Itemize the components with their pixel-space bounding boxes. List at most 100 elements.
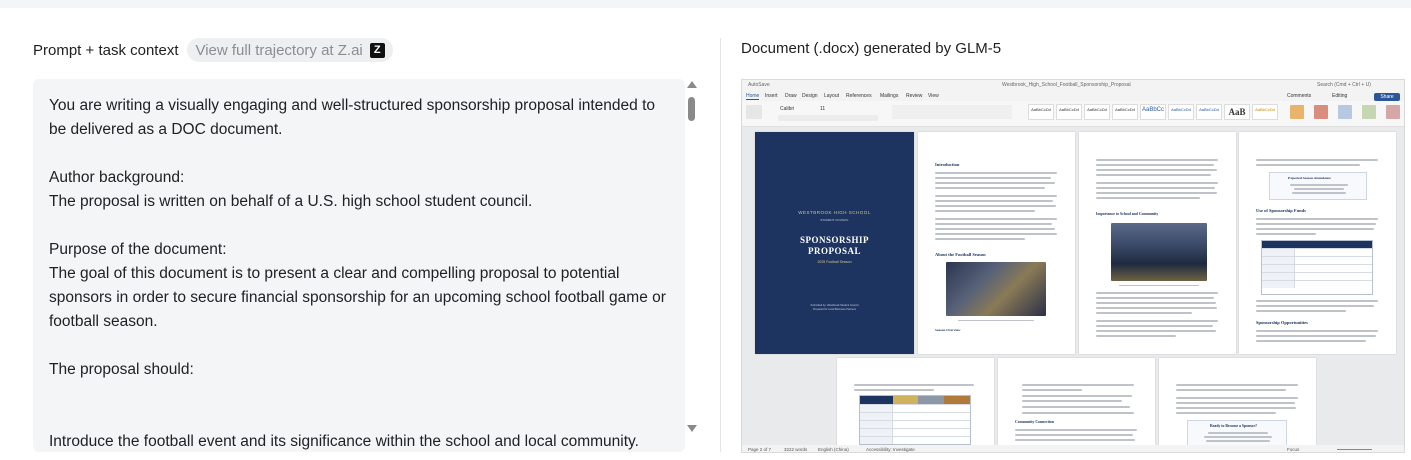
prompt-text: You are writing a visually engaging and … bbox=[49, 94, 675, 452]
document-page: Importance to School and Community bbox=[1079, 132, 1236, 354]
attendance-callout: Expected Season Attendance bbox=[1269, 172, 1367, 200]
editing-label: Editing bbox=[1332, 93, 1348, 99]
tab-mailings: Mailings bbox=[880, 93, 899, 99]
callout-heading: Expected Season Attendance bbox=[1288, 176, 1331, 180]
prompt-paragraph: Introduce the football event and its sig… bbox=[49, 433, 639, 450]
style-swatch: AaB bbox=[1224, 104, 1250, 120]
accessibility-label: Accessibility: Investigate bbox=[866, 447, 915, 452]
document-page: Ready to Become a Sponsor? bbox=[1159, 358, 1316, 445]
view-trajectory-label: View full trajectory at Z.ai bbox=[195, 41, 363, 59]
style-swatch: AaBbCcDd bbox=[1252, 104, 1278, 120]
style-swatch: AaBbCcDd bbox=[1196, 104, 1222, 120]
dictate-icon bbox=[1314, 105, 1328, 119]
prompt-scrollbar[interactable] bbox=[686, 79, 698, 439]
export-icon bbox=[1386, 105, 1400, 119]
tab-layout: Layout bbox=[824, 93, 840, 99]
cover-season: 2025 Football Season bbox=[817, 260, 852, 264]
font-size: 11 bbox=[820, 106, 826, 112]
style-swatch: AaBbCc bbox=[1140, 104, 1166, 120]
page-heading: Importance to School and Community bbox=[1096, 212, 1159, 216]
editor-icon bbox=[1362, 105, 1376, 119]
tab-review: Review bbox=[906, 93, 923, 99]
cover-council: STUDENT COUNCIL bbox=[820, 218, 849, 222]
tab-insert: Insert bbox=[765, 93, 778, 99]
page-count: Page 2 of 7 bbox=[748, 447, 772, 452]
prompt-paragraph bbox=[49, 382, 675, 406]
word-search: Search (Cmd + Ctrl + U) bbox=[1317, 82, 1371, 88]
word-count: 3222 words bbox=[784, 447, 808, 452]
scroll-up-arrow-icon[interactable] bbox=[687, 81, 697, 88]
prompt-paragraph: Author background: bbox=[49, 169, 185, 186]
prompt-text-box[interactable]: You are writing a visually engaging and … bbox=[33, 79, 685, 452]
word-ribbon: Calibri 11 AaBbCcDd AaBbCcDd AaBbCcDd Aa… bbox=[742, 101, 1404, 127]
team-crowd-photo bbox=[1111, 223, 1207, 281]
pane-divider bbox=[720, 38, 721, 452]
cover-school: WESTBROOK HIGH SCHOOL bbox=[798, 210, 871, 215]
language-label: English (China) bbox=[818, 447, 849, 452]
prompt-paragraph bbox=[49, 214, 675, 238]
cover-title-line: PROPOSAL bbox=[807, 246, 861, 256]
prompt-title: Prompt + task context bbox=[33, 41, 179, 59]
document-page bbox=[837, 358, 994, 445]
prompt-header: Prompt + task context View full trajecto… bbox=[33, 38, 393, 62]
cover-page: WESTBROOK HIGH SCHOOL STUDENT COUNCIL SP… bbox=[755, 132, 914, 354]
paragraph-group bbox=[892, 105, 1012, 119]
view-trajectory-link[interactable]: View full trajectory at Z.ai Z bbox=[187, 38, 393, 62]
prompt-paragraph: The proposal is written on behalf of a U… bbox=[49, 193, 533, 210]
word-titlebar: AutoSave Westbrook_High_School_Football_… bbox=[742, 80, 1404, 91]
add-ins-icon bbox=[1338, 105, 1352, 119]
cover-title-line: SPONSORSHIP bbox=[799, 235, 869, 245]
scroll-thumb[interactable] bbox=[688, 97, 695, 121]
comments-label: Comments bbox=[1287, 93, 1312, 99]
cover-footer-line: Prepared for Local Business Partners bbox=[812, 308, 857, 311]
football-team-photo bbox=[946, 262, 1046, 316]
autosave-label: AutoSave bbox=[748, 82, 770, 88]
prompt-paragraph: The proposal should: bbox=[49, 361, 194, 378]
word-filename: Westbrook_High_School_Football_Sponsorsh… bbox=[1002, 82, 1131, 88]
page-heading: Community Connection bbox=[1015, 420, 1054, 424]
top-strip bbox=[0, 0, 1411, 8]
page-heading: Season Overview bbox=[935, 328, 961, 332]
word-screenshot: AutoSave Westbrook_High_School_Football_… bbox=[741, 79, 1405, 453]
prompt-paragraph bbox=[49, 334, 675, 358]
word-ribbon-tabs: Home Insert Draw Design Layout Reference… bbox=[742, 91, 1404, 101]
document-title: Document (.docx) generated by GLM-5 bbox=[741, 40, 1002, 57]
style-swatch: AaBbCcDd bbox=[1084, 104, 1110, 120]
tab-view: View bbox=[928, 93, 939, 99]
style-swatch: AaBbCcDd bbox=[1168, 104, 1194, 120]
sponsorship-tier-table bbox=[859, 395, 971, 445]
cover-footer: Submitted by: Westbrook Student Council … bbox=[755, 304, 914, 312]
page-heading: About the Football Season bbox=[935, 252, 986, 257]
focus-label: Focus bbox=[1287, 447, 1300, 452]
styles-pane-icon bbox=[1290, 105, 1304, 119]
document-page: Expected Season Attendance Use of Sponso… bbox=[1239, 132, 1396, 354]
prompt-paragraph bbox=[49, 142, 675, 166]
tab-design: Design bbox=[802, 93, 818, 99]
cover-title: SPONSORSHIP PROPOSAL bbox=[755, 235, 914, 257]
style-swatch: AaBbCcDd bbox=[1112, 104, 1138, 120]
word-status-bar: Page 2 of 7 3222 words English (China) A… bbox=[742, 445, 1404, 452]
funds-table bbox=[1261, 240, 1373, 295]
zoom-slider bbox=[1337, 449, 1372, 450]
prompt-paragraph: The goal of this document is to present … bbox=[49, 265, 666, 330]
tab-draw: Draw bbox=[785, 93, 797, 99]
tab-references: References bbox=[846, 93, 872, 99]
page-heading: Introduction bbox=[935, 162, 960, 167]
prompt-paragraph: Purpose of the document: bbox=[49, 241, 227, 258]
document-page: Community Connection bbox=[998, 358, 1155, 445]
font-name: Calibri bbox=[780, 106, 795, 112]
ready-callout: Ready to Become a Sponsor? bbox=[1187, 420, 1287, 445]
format-buttons bbox=[778, 115, 878, 121]
page-heading: Use of Sponsorship Funds bbox=[1256, 208, 1306, 213]
paste-icon bbox=[746, 105, 762, 119]
document-page: Introduction About the Football Season S… bbox=[918, 132, 1075, 354]
document-canvas: WESTBROOK HIGH SCHOOL STUDENT COUNCIL SP… bbox=[742, 127, 1404, 445]
share-button: Share bbox=[1374, 93, 1400, 101]
scroll-down-arrow-icon[interactable] bbox=[687, 425, 697, 432]
style-swatch: AaBbCcDd bbox=[1056, 104, 1082, 120]
prompt-paragraph bbox=[49, 406, 675, 430]
page-heading: Sponsorship Opportunities bbox=[1256, 320, 1308, 325]
prompt-paragraph: You are writing a visually engaging and … bbox=[49, 97, 656, 138]
zai-logo-icon: Z bbox=[369, 42, 385, 58]
callout-heading: Ready to Become a Sponsor? bbox=[1210, 424, 1258, 428]
